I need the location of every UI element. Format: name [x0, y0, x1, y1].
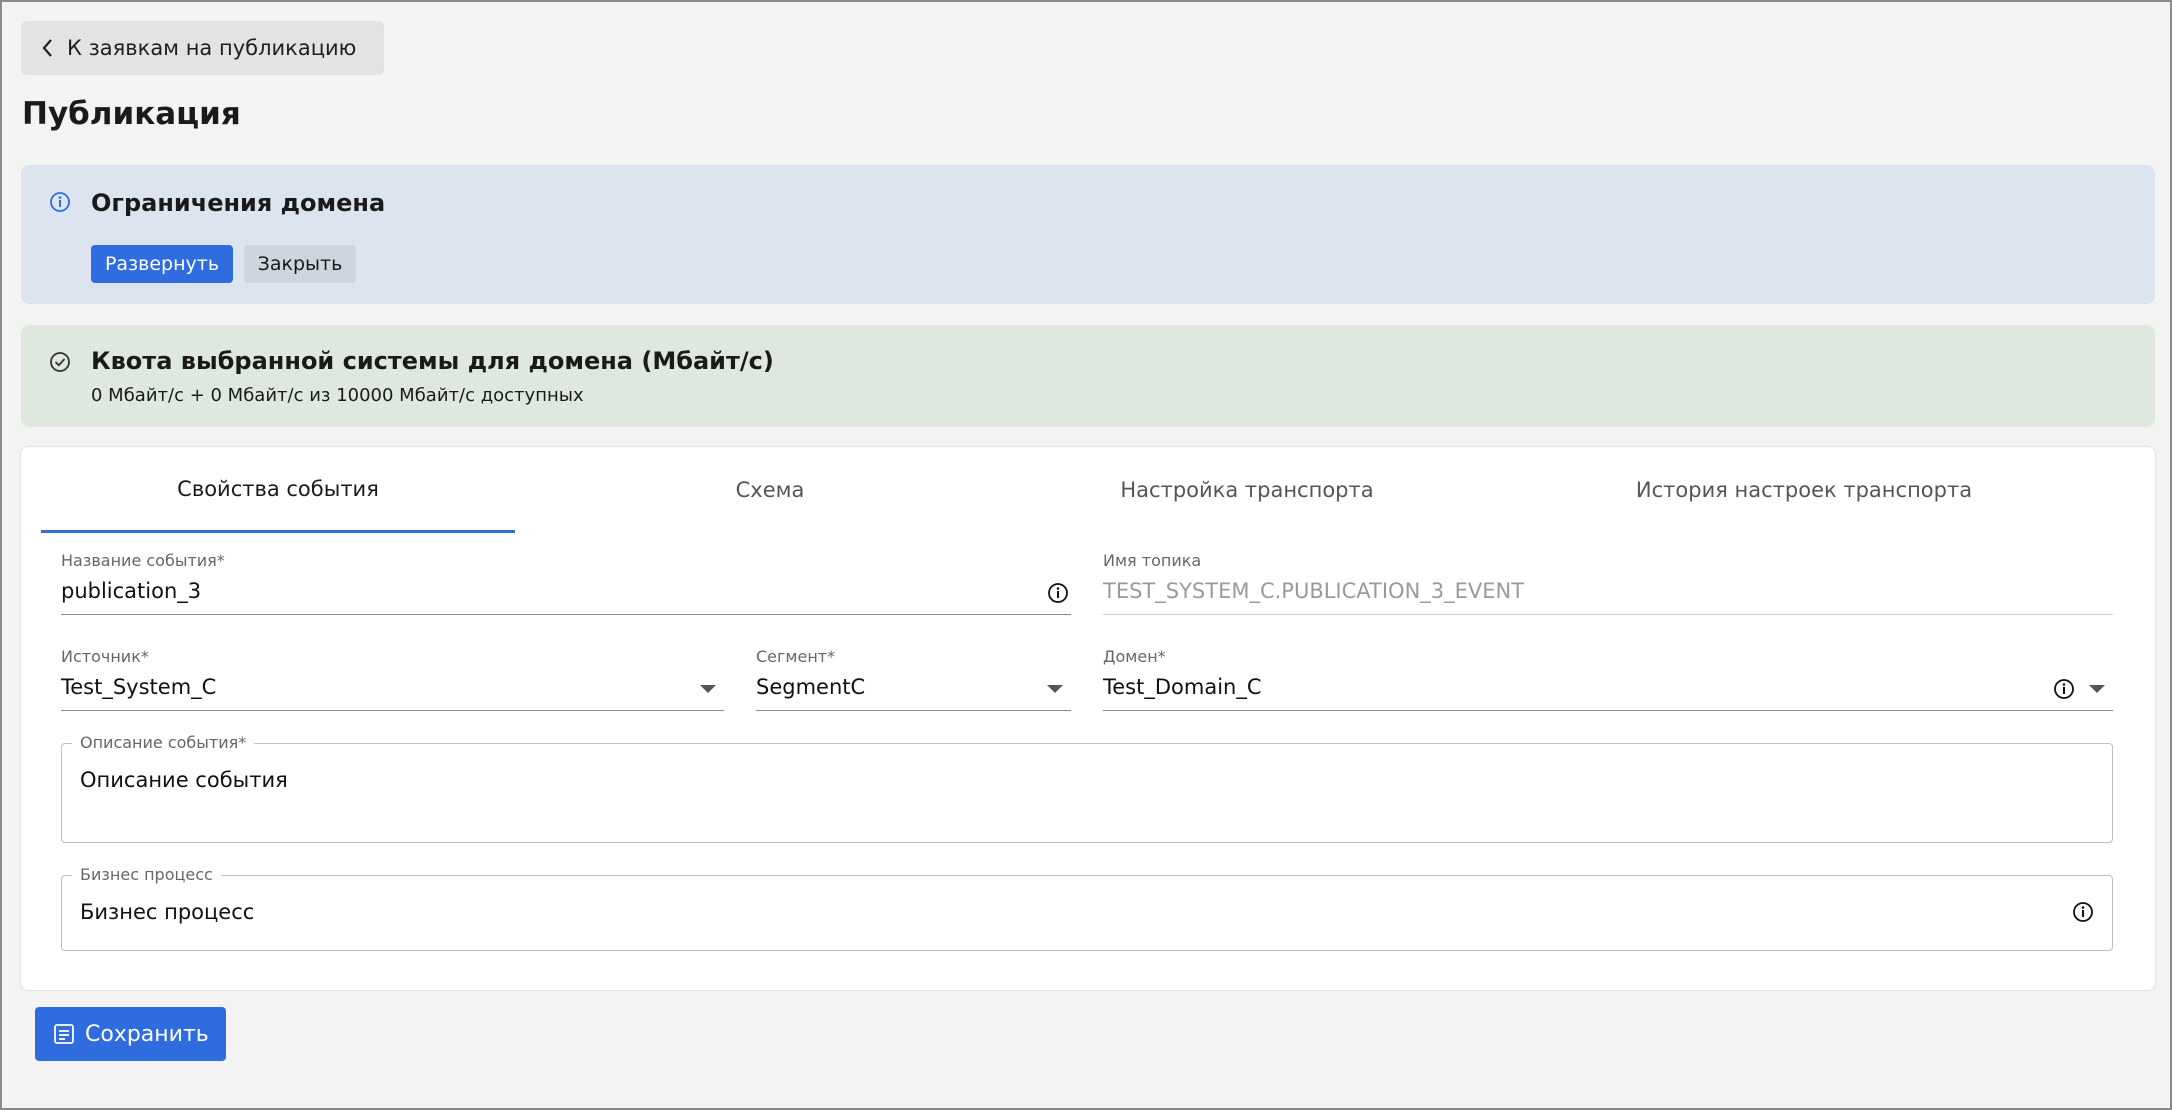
business-process-field[interactable]: Бизнес процесс Бизнес процесс	[61, 865, 2113, 951]
quota-title: Квота выбранной системы для домена (Мбай…	[91, 347, 774, 375]
quota-text: 0 Мбайт/с + 0 Мбайт/с из 10000 Мбайт/с д…	[91, 385, 584, 406]
source-value: Test_System_C	[61, 675, 217, 699]
back-to-requests-button[interactable]: К заявкам на публикацию	[21, 21, 384, 75]
required-mark: *	[216, 551, 225, 570]
event-name-field[interactable]: Название события* publication_3	[61, 551, 1071, 615]
chevron-down-icon	[700, 685, 716, 693]
segment-select[interactable]: Сегмент* SegmentC	[756, 647, 1071, 711]
domain-select[interactable]: Домен* Test_Domain_C	[1103, 647, 2113, 711]
description-label: Описание события*	[72, 733, 255, 752]
domain-label: Домен*	[1103, 647, 1166, 666]
info-icon[interactable]	[1047, 582, 1069, 604]
tab-label: Свойства события	[177, 476, 379, 501]
tab-transport-history[interactable]: История настроек транспорта	[1469, 447, 2139, 533]
event-card: Свойства события Схема Настройка транспо…	[20, 446, 2156, 991]
tab-schema[interactable]: Схема	[515, 447, 1025, 533]
business-process-value: Бизнес процесс	[80, 900, 255, 924]
domain-value: Test_Domain_C	[1103, 675, 1262, 699]
label-text: Источник	[61, 647, 141, 666]
back-button-label: К заявкам на публикацию	[67, 36, 357, 60]
required-mark: *	[238, 733, 247, 752]
topic-name-label: Имя топика	[1103, 551, 1202, 570]
description-value: Описание события	[80, 768, 288, 792]
tab-transport-settings[interactable]: Настройка транспорта	[1025, 447, 1469, 533]
save-button-label: Сохранить	[85, 1021, 209, 1047]
chevron-down-icon	[2089, 685, 2105, 693]
info-icon[interactable]	[2072, 901, 2094, 923]
topic-name-value: TEST_SYSTEM_C.PUBLICATION_3_EVENT	[1103, 579, 1525, 603]
event-name-value: publication_3	[61, 579, 202, 603]
required-mark: *	[827, 647, 836, 666]
save-icon	[54, 1024, 74, 1044]
tab-label: Настройка транспорта	[1120, 478, 1374, 502]
required-mark: *	[1157, 647, 1166, 666]
close-button[interactable]: Закрыть	[244, 245, 356, 283]
description-textarea[interactable]: Описание события* Описание события	[61, 733, 2113, 843]
info-icon[interactable]	[2053, 678, 2075, 700]
source-label: Источник*	[61, 647, 149, 666]
segment-label: Сегмент*	[756, 647, 835, 666]
label-text: Описание события	[80, 733, 239, 752]
info-icon	[50, 192, 70, 212]
required-mark: *	[140, 647, 149, 666]
check-circle-icon	[50, 352, 70, 372]
domain-limits-panel: Ограничения домена Развернуть Закрыть	[21, 165, 2155, 304]
segment-value: SegmentC	[756, 675, 866, 699]
page-title: Публикация	[22, 96, 241, 132]
label-text: Сегмент	[756, 647, 828, 666]
event-name-label: Название события*	[61, 551, 225, 570]
tab-label: Схема	[735, 478, 805, 502]
label-text: Домен	[1103, 647, 1158, 666]
save-button[interactable]: Сохранить	[35, 1007, 226, 1061]
tab-event-properties[interactable]: Свойства события	[41, 447, 515, 533]
label-text: Название события	[61, 551, 217, 570]
business-process-label: Бизнес процесс	[72, 865, 221, 884]
source-select[interactable]: Источник* Test_System_C	[61, 647, 724, 711]
domain-limits-title: Ограничения домена	[91, 189, 386, 217]
tab-label: История настроек транспорта	[1635, 478, 1973, 502]
chevron-down-icon	[1047, 685, 1063, 693]
expand-button[interactable]: Развернуть	[91, 245, 233, 283]
topic-name-field: Имя топика TEST_SYSTEM_C.PUBLICATION_3_E…	[1103, 551, 2113, 615]
quota-panel: Квота выбранной системы для домена (Мбай…	[21, 325, 2155, 427]
tab-bar: Свойства события Схема Настройка транспо…	[41, 447, 2139, 533]
chevron-left-icon	[42, 39, 52, 57]
